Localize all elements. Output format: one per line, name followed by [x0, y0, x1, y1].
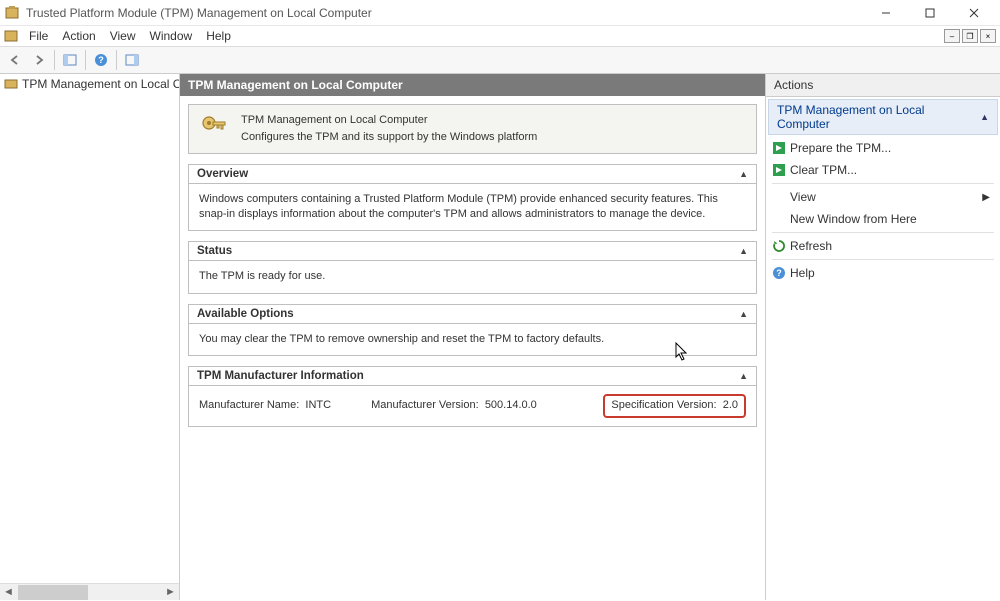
result-pane-header: TPM Management on Local Computer — [180, 74, 765, 96]
actions-separator — [772, 232, 994, 233]
scrollbar-thumb[interactable] — [18, 585, 88, 600]
window-maximize-button[interactable] — [908, 0, 952, 26]
panel-overview: Overview▲ Windows computers containing a… — [188, 164, 757, 232]
intro-description: Configures the TPM and its support by th… — [241, 130, 537, 145]
tpm-node-icon — [4, 77, 18, 91]
manufacturer-name: Manufacturer Name: INTC — [199, 398, 331, 413]
action-view[interactable]: View ▶ — [766, 186, 1000, 208]
menubar: File Action View Window Help – ❐ × — [0, 26, 1000, 46]
collapse-icon: ▲ — [980, 112, 989, 122]
panel-options-body: You may clear the TPM to remove ownershi… — [189, 324, 756, 355]
toolbar-help-button[interactable]: ? — [90, 49, 112, 71]
submenu-arrow-icon: ▶ — [982, 192, 990, 203]
tree-node-tpm-management[interactable]: TPM Management on Local Comp — [0, 74, 179, 94]
result-pane: TPM Management on Local Computer TPM Man… — [180, 74, 765, 600]
toolbar-separator — [116, 50, 117, 70]
action-prepare-tpm[interactable]: Prepare the TPM... — [766, 137, 1000, 159]
mdi-close-button[interactable]: × — [980, 29, 996, 43]
panel-manufacturer-info: TPM Manufacturer Information▲ Manufactur… — [188, 366, 757, 426]
menu-action[interactable]: Action — [55, 27, 102, 45]
menu-file[interactable]: File — [22, 27, 55, 45]
toolbar: ? — [0, 46, 1000, 74]
menu-help[interactable]: Help — [199, 27, 238, 45]
specification-version-highlight: Specification Version: 2.0 — [603, 394, 746, 417]
mdi-minimize-button[interactable]: – — [944, 29, 960, 43]
collapse-icon: ▲ — [739, 309, 748, 319]
clear-icon — [772, 163, 786, 177]
svg-text:?: ? — [776, 268, 782, 278]
scrollbar-right-arrow[interactable]: ► — [162, 584, 179, 601]
action-clear-tpm[interactable]: Clear TPM... — [766, 159, 1000, 181]
toolbar-back-button[interactable] — [4, 49, 26, 71]
panel-status-body: The TPM is ready for use. — [189, 261, 756, 292]
window-title: Trusted Platform Module (TPM) Management… — [26, 6, 864, 20]
menu-window[interactable]: Window — [143, 27, 200, 45]
manufacturer-version: Manufacturer Version: 500.14.0.0 — [371, 398, 537, 413]
intro-box: TPM Management on Local Computer Configu… — [188, 104, 757, 154]
actions-separator — [772, 183, 994, 184]
tpm-key-icon — [199, 113, 231, 145]
panel-available-options: Available Options▲ You may clear the TPM… — [188, 304, 757, 356]
actions-header: Actions — [766, 74, 1000, 97]
toolbar-forward-button[interactable] — [28, 49, 50, 71]
toolbar-show-hide-tree-button[interactable] — [59, 49, 81, 71]
panel-options-header[interactable]: Available Options▲ — [189, 305, 756, 324]
window-titlebar: Trusted Platform Module (TPM) Management… — [0, 0, 1000, 26]
menu-view[interactable]: View — [103, 27, 143, 45]
collapse-icon: ▲ — [739, 246, 748, 256]
actions-group-header[interactable]: TPM Management on Local Computer ▲ — [768, 99, 998, 135]
mdi-restore-button[interactable]: ❐ — [962, 29, 978, 43]
actions-separator — [772, 259, 994, 260]
intro-title: TPM Management on Local Computer — [241, 113, 537, 128]
toolbar-separator — [54, 50, 55, 70]
action-help[interactable]: ? Help — [766, 262, 1000, 284]
app-icon — [4, 5, 20, 21]
tree-horizontal-scrollbar[interactable]: ◄ ► — [0, 583, 179, 600]
action-refresh[interactable]: Refresh — [766, 235, 1000, 257]
panel-overview-header[interactable]: Overview▲ — [189, 165, 756, 184]
svg-text:?: ? — [98, 55, 104, 65]
panel-status: Status▲ The TPM is ready for use. — [188, 241, 757, 293]
panel-manufacturer-header[interactable]: TPM Manufacturer Information▲ — [189, 367, 756, 386]
collapse-icon: ▲ — [739, 169, 748, 179]
tree-node-label: TPM Management on Local Comp — [22, 77, 179, 91]
toolbar-show-hide-action-pane-button[interactable] — [121, 49, 143, 71]
toolbar-separator — [85, 50, 86, 70]
actions-pane: Actions TPM Management on Local Computer… — [765, 74, 1000, 600]
console-tree-pane: TPM Management on Local Comp ◄ ► — [0, 74, 180, 600]
collapse-icon: ▲ — [739, 371, 748, 381]
prepare-icon — [772, 141, 786, 155]
help-icon: ? — [772, 266, 786, 280]
action-new-window[interactable]: New Window from Here — [766, 208, 1000, 230]
scrollbar-left-arrow[interactable]: ◄ — [0, 584, 17, 601]
panel-overview-body: Windows computers containing a Trusted P… — [189, 184, 756, 231]
panel-status-header[interactable]: Status▲ — [189, 242, 756, 261]
window-minimize-button[interactable] — [864, 0, 908, 26]
window-close-button[interactable] — [952, 0, 996, 26]
refresh-icon — [772, 239, 786, 253]
mdi-icon — [4, 29, 18, 43]
